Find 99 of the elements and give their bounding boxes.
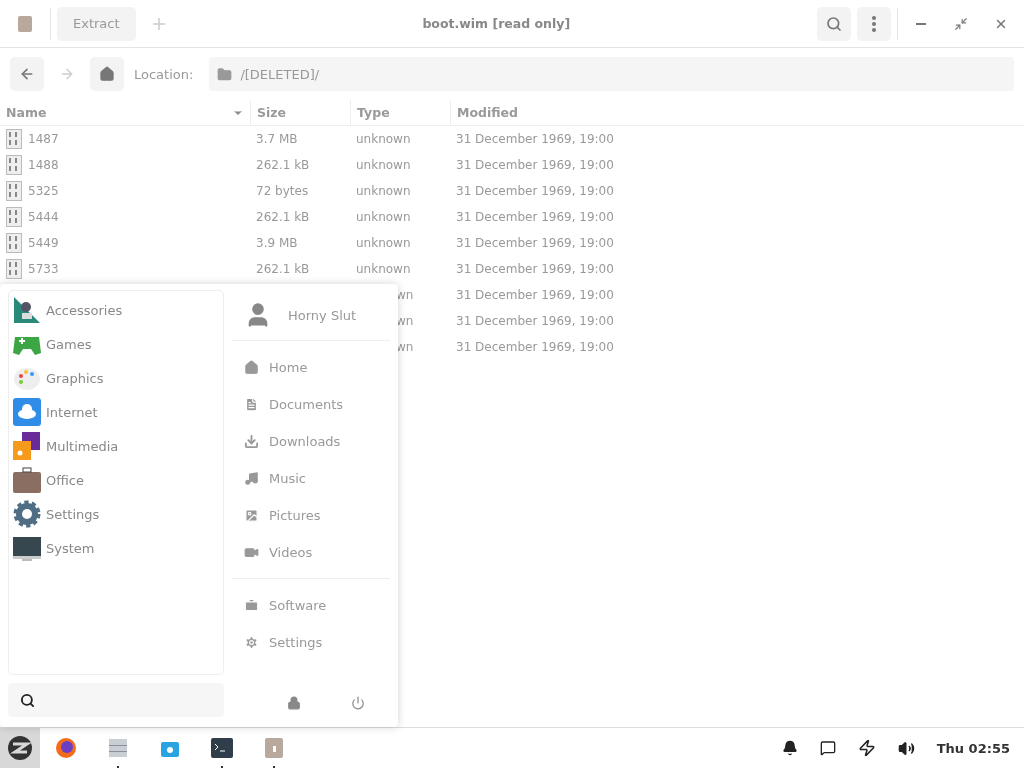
binary-file-icon <box>6 181 22 201</box>
logo-icon <box>7 735 33 761</box>
size-cell-text: 3.9 MB <box>255 236 299 250</box>
modified-cell-text: 31 December 1969, 19:00 <box>455 158 615 172</box>
category-item[interactable]: Settings <box>9 497 223 531</box>
type-cell-text: unknown <box>355 262 412 276</box>
type-cell-text: unknown <box>355 184 412 198</box>
place-item[interactable]: Music <box>232 460 390 497</box>
modified-cell-text: 31 December 1969, 19:00 <box>455 132 615 146</box>
file-name: 1487 <box>28 132 59 146</box>
place-item[interactable]: Home <box>232 349 390 386</box>
place-item[interactable]: Downloads <box>232 423 390 460</box>
clock[interactable]: Thu 02:55 <box>936 740 1010 756</box>
modified-cell-text: 31 December 1969, 19:00 <box>455 236 615 250</box>
menu-item[interactable]: Software <box>232 587 390 624</box>
size-cell-text: 262.1 kB <box>255 210 311 224</box>
search-icon <box>826 15 842 32</box>
binary-file-icon <box>6 155 22 175</box>
modified-cell-text: 31 December 1969, 19:00 <box>455 262 615 276</box>
gear-icon <box>244 635 259 650</box>
back-button[interactable] <box>10 57 44 91</box>
power-status-icon[interactable] <box>857 739 876 757</box>
type-cell-text: unknown <box>355 210 412 224</box>
type-cell-text: unknown <box>355 236 412 250</box>
briefcase-icon <box>244 598 259 613</box>
plus-icon <box>151 16 166 31</box>
type-cell-text: unknown <box>355 132 412 146</box>
archive-icon <box>265 738 283 758</box>
back-icon <box>19 66 35 82</box>
search-button[interactable] <box>817 6 851 41</box>
video-icon <box>244 545 259 560</box>
binary-file-icon <box>6 259 22 279</box>
tools-icon <box>12 295 42 325</box>
location-field[interactable]: /[DELETED]/ <box>209 57 1014 91</box>
home-icon <box>244 360 259 375</box>
terminal-icon <box>211 738 233 758</box>
category-item[interactable]: System <box>9 531 223 565</box>
category-item[interactable]: Internet <box>9 395 223 429</box>
size-cell-text: 262.1 kB <box>255 262 311 276</box>
minimize-icon <box>916 22 926 25</box>
type-cell-text: unknown <box>355 158 412 172</box>
search-field[interactable] <box>8 683 224 717</box>
gear-icon <box>12 499 42 529</box>
document-icon <box>244 397 259 412</box>
modified-cell-text: 31 December 1969, 19:00 <box>455 314 615 328</box>
binary-file-icon <box>6 233 22 253</box>
home-button[interactable] <box>90 57 124 91</box>
size-cell-text: 3.7 MB <box>255 132 299 146</box>
category-item[interactable]: Graphics <box>9 361 223 395</box>
menu-button[interactable] <box>857 6 891 41</box>
menu-item[interactable]: Settings <box>232 624 390 661</box>
forward-icon <box>59 66 75 82</box>
binary-file-icon <box>6 129 22 149</box>
category-item[interactable]: Multimedia <box>9 429 223 463</box>
column-header[interactable]: Modified <box>450 100 650 125</box>
window-title: boot.wim [read only] <box>421 16 572 31</box>
modified-cell-text: 31 December 1969, 19:00 <box>455 288 615 302</box>
user-name: Horny Slut <box>288 307 357 323</box>
archive-icon <box>18 15 32 32</box>
music-icon <box>244 471 259 486</box>
download-icon <box>244 434 259 449</box>
file-name: 1488 <box>28 158 59 172</box>
image-icon <box>244 508 259 523</box>
file-name: 5325 <box>28 184 59 198</box>
home-icon <box>99 66 115 82</box>
category-item[interactable]: Games <box>9 327 223 361</box>
volume-icon[interactable] <box>897 739 915 757</box>
power-icon <box>351 696 365 710</box>
binary-file-icon <box>6 207 22 227</box>
column-header[interactable]: Size <box>250 100 350 125</box>
size-cell-text: 72 bytes <box>255 184 310 198</box>
file-name: 5449 <box>28 236 59 250</box>
extract-button[interactable]: Extract <box>57 6 136 41</box>
search-icon <box>20 692 35 708</box>
place-item[interactable]: Videos <box>232 534 390 571</box>
media-icon <box>12 431 42 461</box>
lock-icon <box>287 696 301 710</box>
modified-cell-text: 31 December 1969, 19:00 <box>455 184 615 198</box>
folder-icon <box>217 66 233 82</box>
restore-icon <box>954 16 968 31</box>
file-cabinet-icon <box>108 738 128 758</box>
browser-icon <box>55 737 77 759</box>
category-item[interactable]: Accessories <box>9 293 223 327</box>
notification-icon[interactable] <box>781 740 798 756</box>
place-item[interactable]: Pictures <box>232 497 390 534</box>
column-header[interactable]: Type <box>350 100 450 125</box>
location-label: Location: <box>134 66 194 82</box>
file-name: 5733 <box>28 262 59 276</box>
menu-icon <box>872 15 876 32</box>
start-button[interactable] <box>0 728 40 768</box>
briefcase-icon <box>12 465 42 495</box>
category-item[interactable]: Office <box>9 463 223 497</box>
size-cell-text: 262.1 kB <box>255 158 311 172</box>
file-name: 5444 <box>28 210 59 224</box>
column-header[interactable]: Name <box>0 100 250 125</box>
place-item[interactable]: Documents <box>232 386 390 423</box>
modified-cell-text: 31 December 1969, 19:00 <box>455 210 615 224</box>
cloud-icon <box>12 397 42 427</box>
modified-cell-text: 31 December 1969, 19:00 <box>455 340 615 354</box>
